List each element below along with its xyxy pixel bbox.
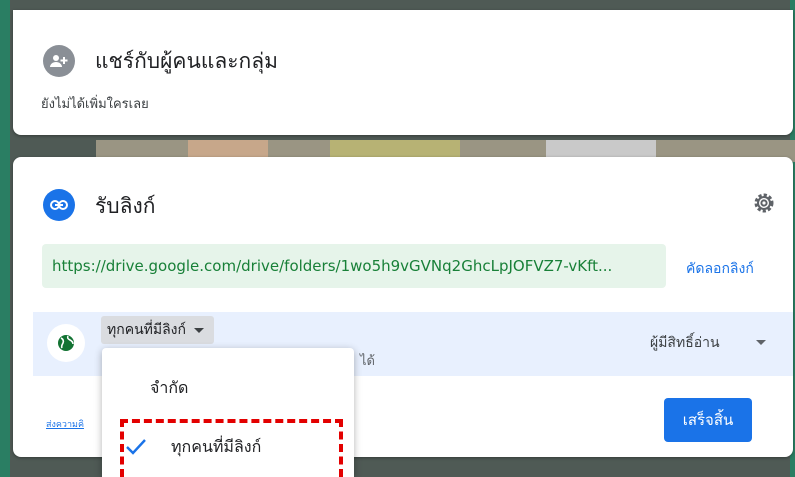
menu-item-label: ทุกคนที่มีลิงก์: [171, 436, 262, 456]
menu-item-anyone-with-link[interactable]: ทุกคนที่มีลิงก์: [102, 427, 354, 467]
chevron-down-icon: [756, 340, 766, 345]
general-access-value: ทุกคนที่มีลิงก์: [107, 322, 186, 338]
get-link-title: รับลิงก์: [95, 194, 156, 218]
general-access-dropdown[interactable]: ทุกคนที่มีลิงก์: [101, 316, 214, 344]
globe-icon: [47, 324, 85, 362]
checkmark-icon: [126, 439, 146, 455]
access-description: ได้: [360, 354, 375, 369]
link-icon: [43, 189, 75, 221]
gear-icon[interactable]: [750, 189, 778, 217]
copy-link-button[interactable]: คัดลอกลิงก์: [686, 258, 754, 280]
menu-item-label: จำกัด: [150, 377, 189, 397]
done-button[interactable]: เสร็จสิ้น: [664, 398, 752, 442]
share-url-field[interactable]: https://drive.google.com/drive/folders/1…: [42, 244, 666, 288]
share-with-people-card: แชร์กับผู้คนและกลุ่ม ยังไม่ได้เพิ่มใครเล…: [13, 10, 793, 135]
share-subtitle: ยังไม่ได้เพิ่มใครเลย: [41, 97, 149, 112]
chevron-down-icon: [194, 328, 204, 333]
role-dropdown[interactable]: ผู้มีสิทธิ์อ่าน: [650, 332, 720, 354]
share-title: แชร์กับผู้คนและกลุ่ม: [95, 49, 278, 73]
general-access-menu: จำกัด ทุกคนที่มีลิงก์: [102, 348, 354, 477]
person-add-icon: [43, 45, 75, 77]
menu-item-restricted[interactable]: จำกัด: [102, 368, 354, 408]
